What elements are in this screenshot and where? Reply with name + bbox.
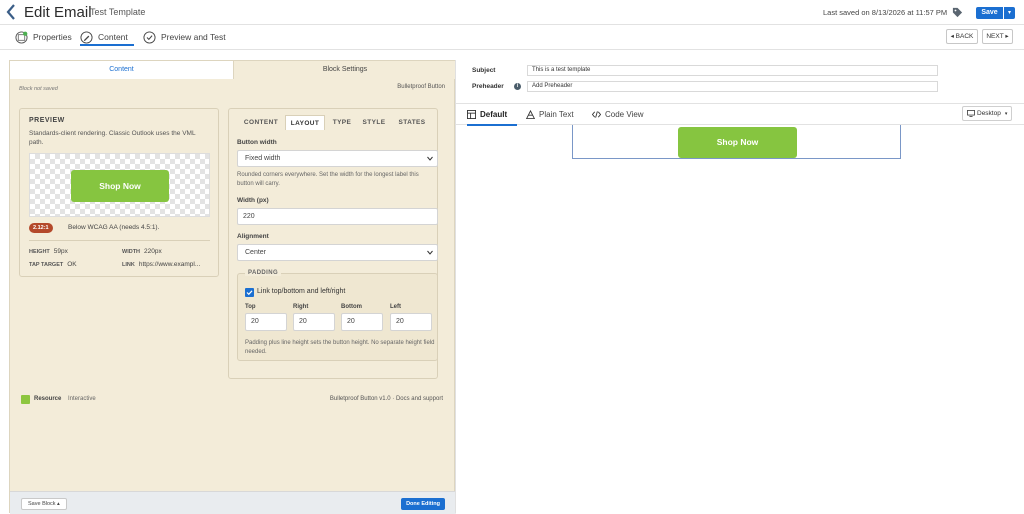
padding-top-input[interactable]: 20 [245,313,287,331]
preview-canvas: Shop Now [29,153,210,217]
settings-card: CONTENT LAYOUT TYPE STYLE STATES Button … [228,108,438,379]
back-arrow-icon[interactable] [6,4,16,20]
padding-heading: PADDING [245,270,282,276]
resource-credit-link[interactable]: Bulletproof Button v1.0 · Docs and suppo… [330,396,443,402]
button-width-value: Fixed width [245,155,281,162]
device-select[interactable]: Desktop ▾ [962,106,1012,121]
save-button[interactable]: Save [976,7,1003,19]
done-editing-button[interactable]: Done Editing [401,498,445,510]
alignment-select[interactable]: Center [237,244,438,261]
button-width-select[interactable]: Fixed width [237,150,438,167]
preheader-input[interactable]: Add Preheader [527,81,938,92]
contrast-note: Below WCAG AA (needs 4.5:1). [68,224,160,231]
width-label: Width (px) [237,197,269,204]
step-bar: Properties Content Preview and Test [0,25,1024,50]
tab-style[interactable]: STYLE [359,115,389,130]
preview-card: PREVIEW Standards-client rendering. Clas… [19,108,219,277]
padding-bottom-label: Bottom [341,304,362,310]
tab-default[interactable]: Default [467,104,518,126]
stat-height: HEIGHT 59px [29,248,68,255]
resource-type: Interactive [68,396,96,402]
padding-left-input[interactable]: 20 [390,313,432,331]
top-bar: Edit Email Test Template Last saved on 8… [0,0,1024,25]
properties-icon [15,31,28,44]
link-padding-checkbox[interactable] [245,288,254,297]
padding-bottom-input[interactable]: 20 [341,313,383,331]
resource-label: Resource [34,396,62,402]
tab-block-settings[interactable]: Block Settings [233,61,456,79]
padding-right-label: Right [293,304,309,310]
tag-icon[interactable] [952,7,963,18]
padding-group: PADDING Link top/bottom and left/right T… [237,270,438,361]
padding-hint: Padding plus line height sets the button… [245,340,435,355]
tab-content[interactable]: Content [10,61,233,79]
subject-label: Subject [472,67,496,74]
save-dropdown-button[interactable]: ▾ [1004,7,1015,19]
email-canvas-block[interactable]: Shop Now [572,125,901,159]
shop-now-button[interactable]: Shop Now [678,127,797,158]
step-preview-and-test[interactable]: Preview and Test [143,30,226,46]
last-saved-text: Last saved on 8/13/2026 at 11:57 PM [823,8,948,17]
save-block-button[interactable]: Save Block ▴ [21,498,67,510]
width-input[interactable]: 220 [237,208,438,225]
block-status: Block not saved [19,86,58,92]
text-icon [526,110,535,120]
alignment-value: Center [245,249,267,256]
tab-content-settings[interactable]: CONTENT [237,115,285,130]
device-value: Desktop [977,110,1001,117]
contrast-ratio-badge: 2.12:1 [29,223,53,233]
code-icon [592,111,601,119]
settings-tabs: CONTENT LAYOUT TYPE STYLE STATES [229,115,439,130]
chevron-down-icon [427,250,433,255]
alignment-label: Alignment [237,233,269,240]
info-icon[interactable]: i [514,83,521,90]
stat-tap-target: TAP TARGET OK [29,261,77,268]
padding-right-input[interactable]: 20 [293,313,335,331]
link-padding-label: Link top/bottom and left/right [257,288,346,295]
back-button[interactable]: ◂ BACK [946,29,978,44]
padding-top-label: Top [245,304,256,310]
stat-width: WIDTH 220px [122,248,162,255]
step-label: Properties [33,32,72,42]
preview-button: Shop Now [71,170,169,202]
tab-states[interactable]: STATES [393,115,431,130]
panel-footer: Save Block ▴ Done Editing [10,491,456,514]
pencil-icon [80,31,93,44]
button-width-label: Button width [237,139,277,146]
padding-left-label: Left [390,304,401,310]
view-tabs: Default Plain Text Code View [456,103,1024,126]
block-type-label: Bulletproof Button [397,84,445,90]
step-content[interactable]: Content [80,30,134,46]
preview-heading: PREVIEW [29,117,65,124]
step-properties[interactable]: Properties [15,30,72,46]
divider [29,240,210,241]
chevron-down-icon [427,156,433,161]
stat-link: LINK https://www.exampl... [122,261,201,268]
button-width-hint: Rounded corners everywhere. Set the widt… [237,172,419,187]
layout-icon [467,110,476,120]
tab-type[interactable]: TYPE [327,115,357,130]
email-preview-pane: Subject This is a test template Preheade… [455,60,1024,513]
block-editor-panel: Content Block Settings Block not saved B… [9,60,456,514]
page-title: Edit Email [24,4,92,21]
subject-input[interactable]: This is a test template [527,65,938,76]
tab-code-view[interactable]: Code View [592,104,644,126]
step-label: Content [98,32,128,42]
resource-icon [21,395,30,404]
check-circle-icon [143,31,156,44]
preview-description: Standards-client rendering. Classic Outl… [29,130,196,146]
next-button[interactable]: NEXT ▸ [982,29,1013,44]
monitor-icon [967,109,975,117]
step-label: Preview and Test [161,32,226,42]
preheader-label: Preheader [472,83,504,90]
tab-layout[interactable]: LAYOUT [285,115,325,130]
tab-plain-text[interactable]: Plain Text [526,104,574,126]
template-name: Test Template [90,7,146,17]
panel-tabs: Content Block Settings [10,61,456,79]
chevron-down-icon: ▾ [1004,111,1008,117]
